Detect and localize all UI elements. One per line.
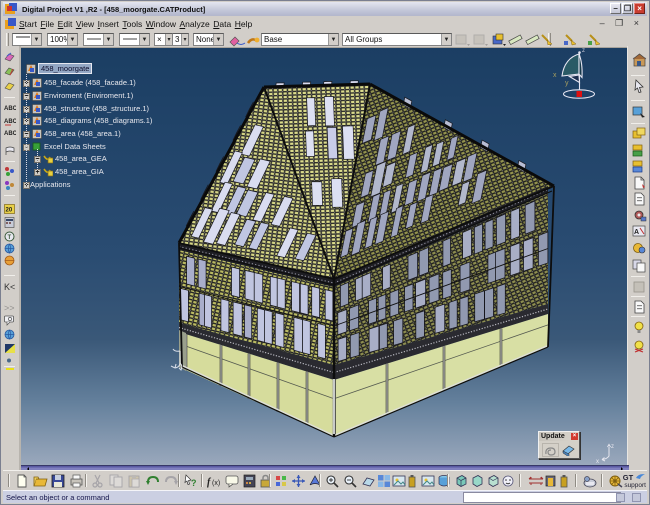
svg-text:y: y	[565, 80, 569, 87]
svg-text:?: ?	[191, 478, 197, 488]
svg-text:ABC: ABC	[4, 106, 16, 112]
svg-text:T: T	[8, 235, 12, 241]
svg-text:A: A	[634, 229, 639, 236]
svg-text:z: z	[611, 444, 614, 450]
svg-text:ABC: ABC	[4, 131, 16, 137]
svg-text:ABC: ABC	[4, 119, 16, 125]
svg-text:z: z	[582, 48, 585, 54]
svg-text:(x): (x)	[212, 480, 220, 487]
svg-text:20: 20	[6, 208, 13, 214]
svg-text:x: x	[553, 72, 557, 79]
svg-text:K<: K<	[4, 282, 15, 292]
svg-text:>>: >>	[4, 303, 15, 313]
